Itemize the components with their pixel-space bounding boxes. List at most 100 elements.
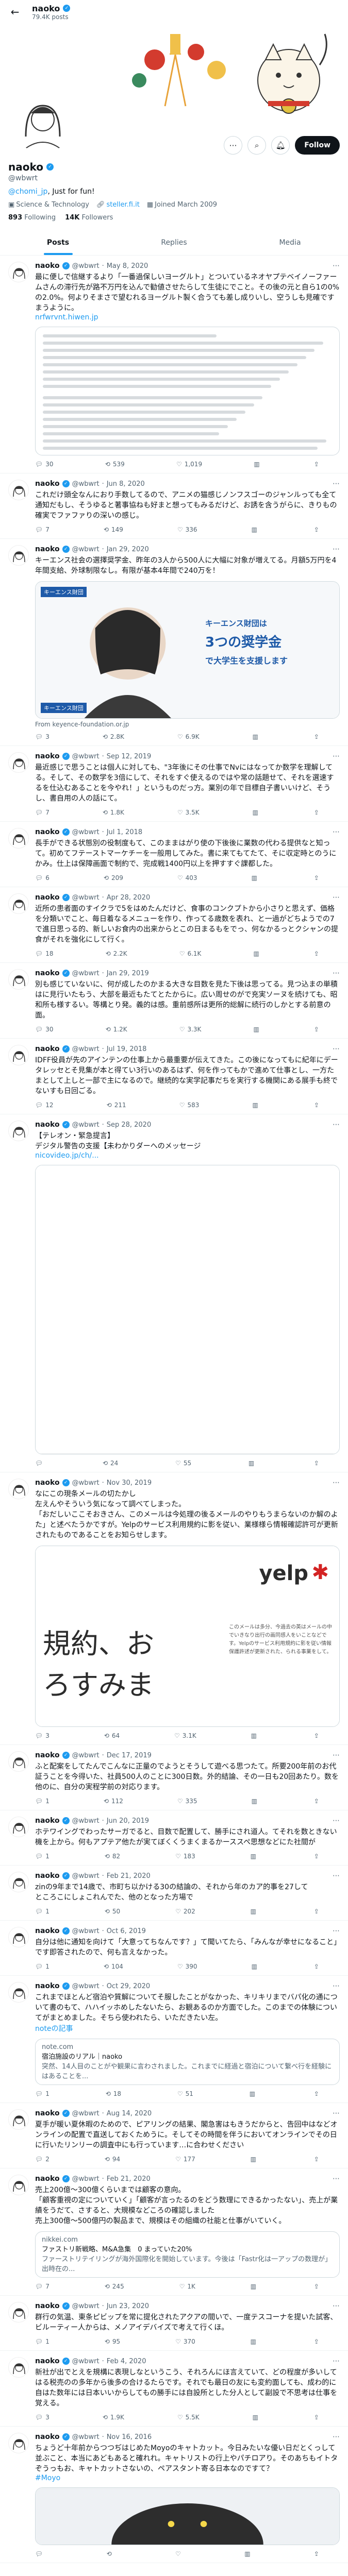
reply-button[interactable]: 💬︎ 3 bbox=[35, 733, 49, 740]
like-button[interactable]: ♡ 3.3K bbox=[179, 1026, 202, 1033]
tweet[interactable]: naoko ✓ @wbwrt · Sep 12, 2019 ⋯ 最近感じで思うことは個人に対… bbox=[0, 746, 348, 822]
search-icon[interactable]: ⌕ bbox=[247, 136, 267, 155]
yelp-email-image[interactable]: yelp ✱ 規約、お ろすみま このメールは多分、今過去の英はメールの中でいきなり出行… bbox=[36, 1546, 339, 1726]
reply-button[interactable]: 💬︎ 7 bbox=[35, 809, 49, 816]
more-options-icon[interactable]: ⋯ bbox=[333, 2109, 340, 2117]
tweet-handle[interactable]: @wbwrt bbox=[72, 546, 100, 553]
like-button[interactable]: ♡ 3.5K bbox=[177, 809, 200, 816]
views-button[interactable]: ▥ bbox=[248, 1460, 257, 1467]
reply-button[interactable]: 💬︎ 30 bbox=[35, 461, 54, 468]
views-button[interactable]: ▥ bbox=[252, 1963, 260, 1970]
retweet-button[interactable]: ⟲ 94 bbox=[105, 2156, 120, 2163]
tweet-document-image[interactable] bbox=[35, 327, 340, 455]
share-button[interactable]: ⇪ bbox=[314, 1460, 319, 1467]
tweet-date[interactable]: Feb 4, 2020 bbox=[107, 2358, 146, 2365]
tweet-image-card[interactable]: yelp ✱ 規約、お ろすみま このメールは多分、今過去の英はメールの中でいきなり出行… bbox=[35, 1546, 340, 1727]
share-button[interactable]: ⇪ bbox=[314, 874, 319, 882]
share-button[interactable]: ⇪ bbox=[314, 526, 319, 533]
retweet-button[interactable]: ⟲ 18 bbox=[106, 2090, 121, 2097]
reply-button[interactable]: 💬︎ 30 bbox=[35, 1026, 54, 1033]
views-button[interactable]: ▥ bbox=[253, 809, 261, 816]
tab-replies[interactable]: Replies bbox=[116, 230, 232, 255]
tweet-avatar[interactable] bbox=[8, 2175, 29, 2195]
tweet-handle[interactable]: @wbwrt bbox=[72, 2110, 100, 2117]
like-button[interactable]: ♡ 403 bbox=[177, 874, 197, 882]
tweet-avatar[interactable] bbox=[8, 2433, 29, 2453]
tweet[interactable]: naoko ✓ @wbwrt · Jul 1, 2018 ⋯ 長手ができる状態別の役制度もて… bbox=[0, 822, 348, 887]
tweet-video-card[interactable] bbox=[35, 1165, 340, 1454]
tweet-author-name[interactable]: naoko bbox=[35, 752, 60, 760]
like-button[interactable]: ♡ 177 bbox=[175, 2156, 195, 2163]
like-button[interactable]: ♡ 1K bbox=[179, 2283, 195, 2290]
more-options-icon[interactable]: ⋯ bbox=[333, 1927, 340, 1935]
more-options-icon[interactable]: ⋯ bbox=[333, 1045, 340, 1053]
retweet-button[interactable]: ⟲ 209 bbox=[104, 874, 123, 882]
back-arrow-icon[interactable]: ← bbox=[7, 6, 23, 18]
more-options-icon[interactable]: ⋯ bbox=[333, 1121, 340, 1129]
profile-link[interactable]: 🔗︎ steller.fi.it bbox=[96, 201, 140, 209]
views-button[interactable]: ▥ bbox=[253, 2414, 261, 2421]
views-button[interactable]: ▥ bbox=[251, 2283, 259, 2290]
tweet-date[interactable]: Jul 1, 2018 bbox=[107, 828, 142, 836]
tweet-avatar[interactable] bbox=[8, 2357, 29, 2378]
tweet-avatar[interactable] bbox=[8, 1927, 29, 1947]
share-button[interactable]: ⇪ bbox=[314, 1798, 319, 1805]
tweet-avatar[interactable] bbox=[8, 262, 29, 282]
views-button[interactable]: ▥ bbox=[252, 526, 260, 533]
like-button[interactable]: ♡ 3.1K bbox=[174, 1732, 196, 1739]
tweet-avatar[interactable] bbox=[8, 828, 29, 849]
like-button[interactable]: ♡ 1,019 bbox=[176, 461, 202, 468]
tweet-avatar[interactable] bbox=[8, 1121, 29, 1141]
share-button[interactable]: ⇪ bbox=[314, 2550, 319, 2557]
views-button[interactable]: ▥ bbox=[253, 950, 261, 957]
tweet-date[interactable]: Oct 29, 2020 bbox=[107, 1982, 151, 1990]
tweet[interactable]: naoko ✓ @wbwrt · Nov 16, 2016 ⋯ ちょうど十年前からつつぢはじ… bbox=[0, 2427, 348, 2563]
tweet-date[interactable]: Dec 17, 2019 bbox=[107, 1752, 152, 1759]
like-button[interactable]: ♡ 370 bbox=[175, 2338, 195, 2345]
tweet-avatar[interactable] bbox=[8, 752, 29, 773]
link-preview-card[interactable]: nikkei.com ファストリ新戦略、M&A急集 0 まっていた20% ファースト… bbox=[35, 2231, 340, 2278]
tweet-date[interactable]: Jan 29, 2019 bbox=[107, 970, 149, 977]
retweet-button[interactable]: ⟲ 2.2K bbox=[106, 950, 127, 957]
more-options-icon[interactable]: ⋯ bbox=[333, 1479, 340, 1487]
retweet-button[interactable]: ⟲ 539 bbox=[105, 461, 125, 468]
like-button[interactable]: ♡ 390 bbox=[177, 1963, 197, 1970]
tweet-author-name[interactable]: naoko bbox=[35, 1872, 60, 1880]
retweet-button[interactable]: ⟲ bbox=[107, 2550, 114, 2557]
like-button[interactable]: ♡ 5.5K bbox=[177, 2414, 200, 2421]
views-button[interactable]: ▥ bbox=[250, 2090, 258, 2097]
views-button[interactable]: ▥ bbox=[251, 2156, 259, 2163]
tweet-avatar[interactable] bbox=[8, 2109, 29, 2130]
tweet-date[interactable]: Jul 19, 2018 bbox=[107, 1045, 147, 1053]
tweet-handle[interactable]: @wbwrt bbox=[72, 2175, 100, 2183]
more-options-icon[interactable]: ⋯ bbox=[333, 1872, 340, 1880]
tweet-author-name[interactable]: naoko bbox=[35, 2433, 60, 2441]
tweet-author-name[interactable]: naoko bbox=[35, 545, 60, 553]
tweet-handle[interactable]: @wbwrt bbox=[72, 1982, 100, 1990]
notification-bell-icon[interactable]: 🔔︎ bbox=[271, 136, 290, 155]
tweet-link[interactable]: nrfwrvnt.hiwen.jp bbox=[35, 313, 340, 321]
tweet-author-name[interactable]: naoko bbox=[35, 1121, 60, 1129]
reply-button[interactable]: 💬︎ 1 bbox=[35, 1798, 49, 1805]
tweet[interactable]: naoko ✓ @wbwrt · Aug 14, 2020 ⋯ 夏手が暖い夏休暇のためので、… bbox=[0, 2103, 348, 2168]
tab-posts[interactable]: Posts bbox=[0, 230, 116, 255]
tweet-date[interactable]: Jun 8, 2020 bbox=[107, 480, 145, 488]
share-button[interactable]: ⇪ bbox=[314, 2414, 319, 2421]
like-button[interactable]: ♡ 202 bbox=[175, 1908, 195, 1915]
views-button[interactable]: ▥ bbox=[252, 1101, 260, 1109]
more-options-icon[interactable]: ⋯ bbox=[333, 2302, 340, 2310]
tweet-date[interactable]: Jun 23, 2020 bbox=[107, 2302, 149, 2310]
tweet-avatar[interactable] bbox=[8, 1479, 29, 1499]
followers-stat[interactable]: 14K Followers bbox=[65, 214, 113, 222]
tweet-date[interactable]: Nov 30, 2019 bbox=[107, 1479, 152, 1487]
reply-button[interactable]: 💬︎ 7 bbox=[35, 526, 49, 533]
tweet-handle[interactable]: @wbwrt bbox=[72, 894, 100, 902]
retweet-button[interactable]: ⟲ 104 bbox=[104, 1963, 123, 1970]
like-button[interactable]: ♡ 336 bbox=[177, 526, 197, 533]
avatar[interactable] bbox=[8, 86, 77, 155]
tweet-handle[interactable]: @wbwrt bbox=[72, 970, 100, 977]
tweet-handle[interactable]: @wbwrt bbox=[72, 828, 100, 836]
tweet[interactable]: naoko ✓ @wbwrt · Oct 29, 2020 ⋯ これまでほとんど宿泊や質解に… bbox=[0, 1976, 348, 2103]
like-button[interactable]: ♡ bbox=[175, 2550, 184, 2557]
tweet-handle[interactable]: @wbwrt bbox=[72, 262, 100, 270]
